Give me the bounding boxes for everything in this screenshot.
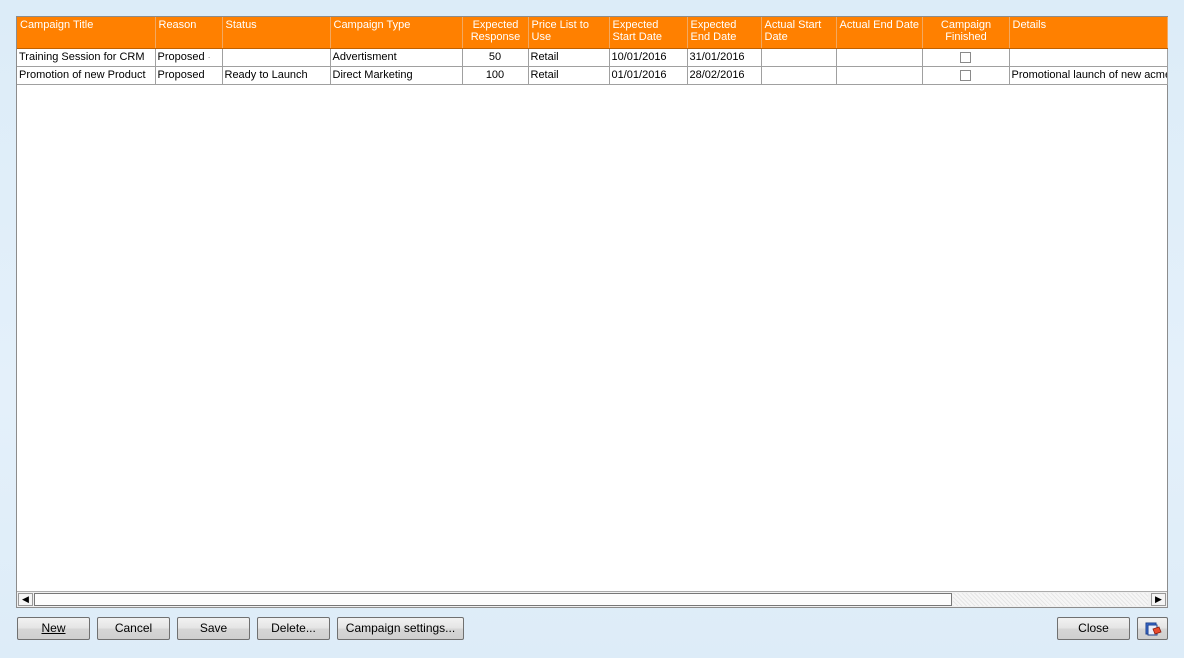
cell-campaign-type[interactable]: Direct Marketing — [330, 66, 463, 85]
cell-price-list[interactable]: Retail — [528, 66, 610, 85]
cell-campaign-finished[interactable] — [922, 66, 1010, 85]
cell-details[interactable] — [1009, 48, 1168, 67]
cell-expected-end-date[interactable]: 28/02/2016 — [687, 66, 762, 85]
header-row: Campaign Title Reason Status Campaign Ty… — [17, 17, 1168, 49]
dropdown-indicator-icon[interactable]: · — [208, 52, 211, 62]
col-header-campaign-finished[interactable]: Campaign Finished — [922, 17, 1010, 49]
cancel-button[interactable]: Cancel — [97, 617, 170, 640]
horizontal-scrollbar[interactable]: ◀ ▶ — [17, 591, 1167, 607]
save-button[interactable]: Save — [177, 617, 250, 640]
col-header-price-list[interactable]: Price List to Use — [528, 17, 610, 49]
col-header-details[interactable]: Details — [1009, 17, 1168, 49]
delete-button[interactable]: Delete... — [257, 617, 330, 640]
cell-campaign-title[interactable]: Training Session for CRM — [17, 48, 156, 67]
col-header-campaign-title[interactable]: Campaign Title — [17, 17, 156, 49]
scroll-right-arrow-icon[interactable]: ▶ — [1151, 593, 1166, 606]
campaign-settings-button-label: Campaign settings... — [345, 621, 456, 635]
cell-expected-start-date[interactable]: 10/01/2016 — [609, 48, 688, 67]
save-button-label: Save — [199, 621, 228, 635]
campaign-settings-button[interactable]: Campaign settings... — [337, 617, 464, 640]
cell-campaign-type[interactable]: Advertisment — [330, 48, 463, 67]
cell-reason[interactable]: Proposed — [155, 66, 223, 85]
campaign-finished-checkbox[interactable] — [960, 69, 971, 81]
help-book-icon — [1145, 622, 1162, 636]
campaign-grid: Campaign Title Reason Status Campaign Ty… — [16, 16, 1168, 608]
cell-expected-start-date[interactable]: 01/01/2016 — [609, 66, 688, 85]
col-header-expected-start-date[interactable]: Expected Start Date — [609, 17, 688, 49]
table-row[interactable]: Training Session for CRM Proposed · Adve… — [17, 48, 1168, 67]
cancel-button-label: Cancel — [114, 621, 153, 635]
scrollbar-thumb[interactable] — [34, 593, 952, 606]
cell-status[interactable]: Ready to Launch — [222, 66, 331, 85]
cell-expected-response[interactable]: 100 — [462, 66, 529, 85]
col-header-actual-end-date[interactable]: Actual End Date — [836, 17, 923, 49]
cell-actual-end-date[interactable] — [836, 48, 923, 67]
col-header-actual-start-date[interactable]: Actual Start Date — [761, 17, 837, 49]
cell-status[interactable] — [222, 48, 331, 67]
col-header-campaign-type[interactable]: Campaign Type — [330, 17, 463, 49]
help-button[interactable] — [1137, 617, 1168, 640]
col-header-status[interactable]: Status — [222, 17, 331, 49]
cell-actual-start-date[interactable] — [761, 66, 837, 85]
cell-details[interactable]: Promotional launch of new acme — [1009, 66, 1168, 85]
table-row[interactable]: Promotion of new Product Proposed Ready … — [17, 66, 1168, 85]
campaign-finished-checkbox[interactable] — [960, 51, 971, 63]
col-header-reason[interactable]: Reason — [155, 17, 223, 49]
new-button[interactable]: New — [17, 617, 90, 640]
close-button[interactable]: Close — [1057, 617, 1130, 640]
scrollbar-track[interactable] — [953, 593, 1148, 606]
col-header-expected-response[interactable]: Expected Response — [462, 17, 529, 49]
cell-actual-start-date[interactable] — [761, 48, 837, 67]
cell-price-list[interactable]: Retail — [528, 48, 610, 67]
new-button-label: New — [41, 621, 66, 635]
delete-button-label: Delete... — [271, 621, 316, 635]
close-button-label: Close — [1078, 621, 1109, 635]
col-header-expected-end-date[interactable]: Expected End Date — [687, 17, 762, 49]
cell-actual-end-date[interactable] — [836, 66, 923, 85]
cell-expected-response[interactable]: 50 — [462, 48, 529, 67]
campaign-table: Campaign Title Reason Status Campaign Ty… — [17, 17, 1168, 85]
scroll-left-arrow-icon[interactable]: ◀ — [18, 593, 33, 606]
cell-campaign-title[interactable]: Promotion of new Product — [17, 66, 156, 85]
cell-reason[interactable]: Proposed · — [155, 48, 223, 67]
cell-reason-text: Proposed — [157, 51, 205, 63]
cell-expected-end-date[interactable]: 31/01/2016 — [687, 48, 762, 67]
cell-campaign-finished[interactable] — [922, 48, 1010, 67]
